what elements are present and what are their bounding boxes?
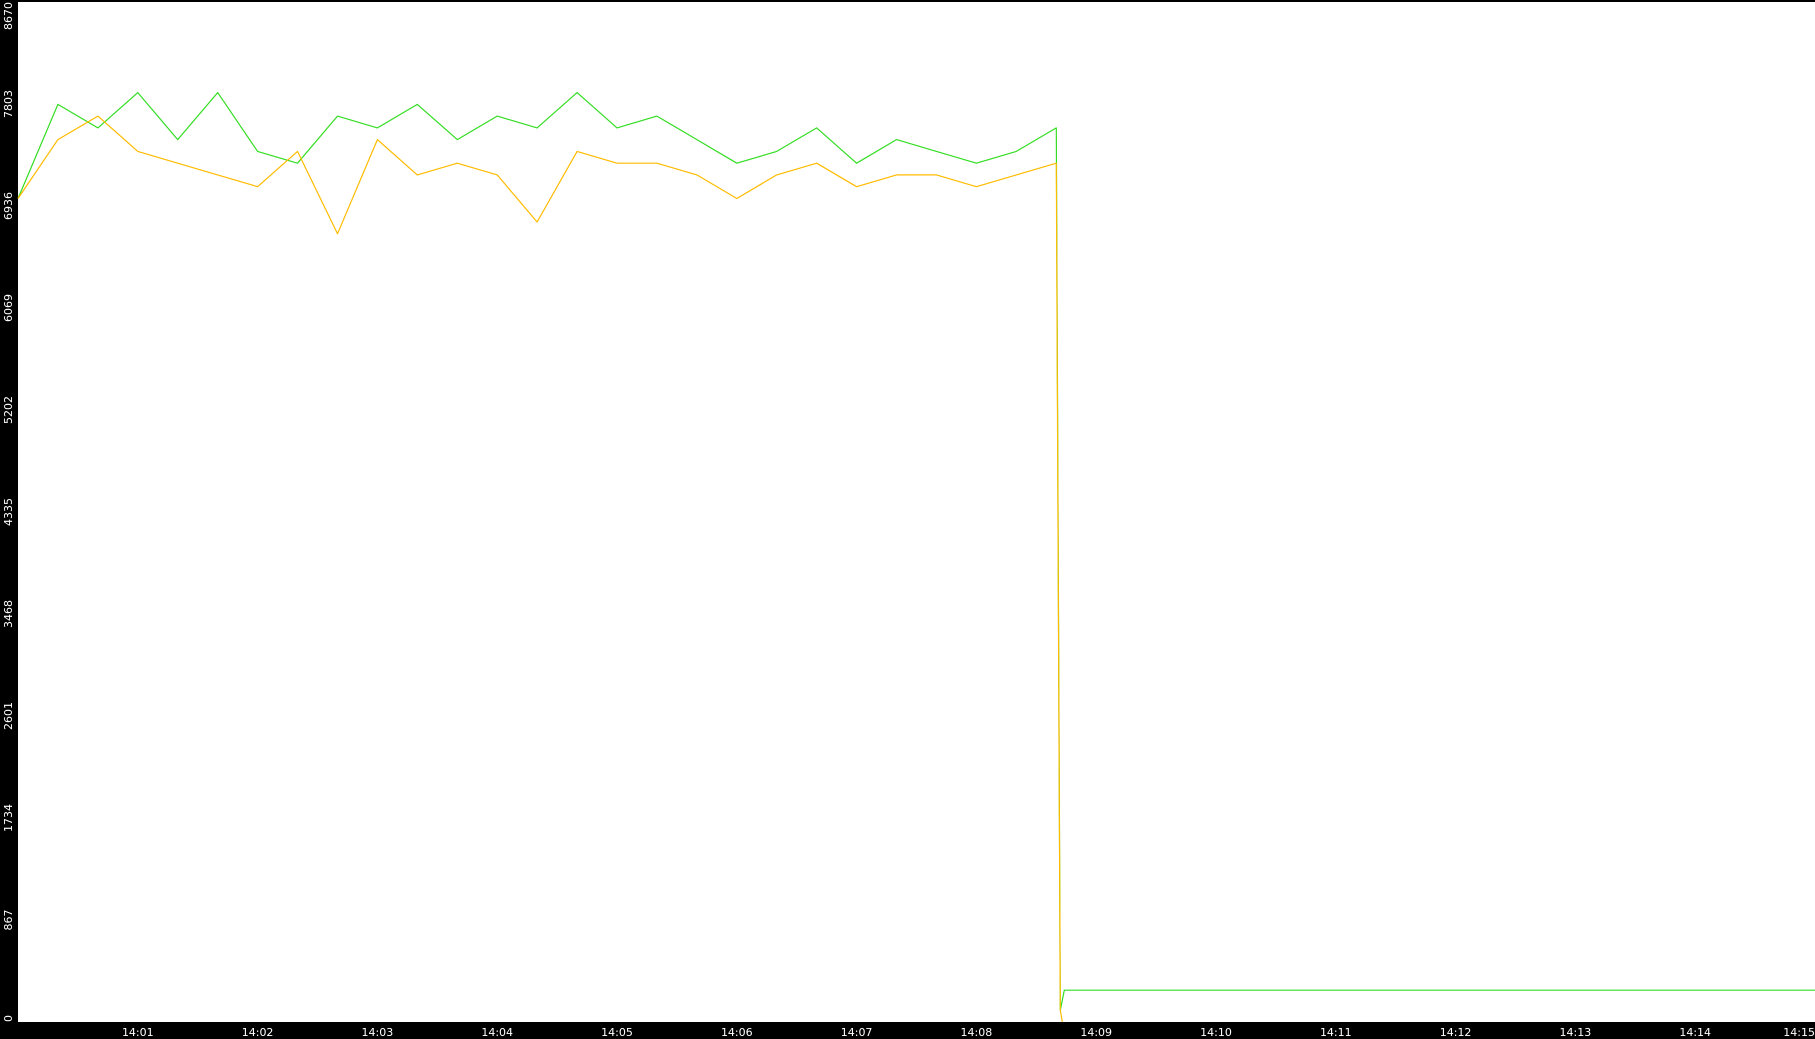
y-tick-label: 8670 (2, 2, 15, 30)
y-tick-label: 867 (2, 910, 15, 931)
x-tick-label: 14:12 (1440, 1026, 1472, 1039)
y-tick-label: 5202 (2, 396, 15, 424)
y-tick-label: 4335 (2, 498, 15, 526)
x-tick-label: 14:07 (841, 1026, 873, 1039)
plot-area (18, 2, 1815, 1022)
x-axis: 14:01 14:02 14:03 14:04 14:05 14:06 14:07 14:08… (122, 1026, 1815, 1039)
x-tick-label: 14:08 (961, 1026, 993, 1039)
y-tick-label: 6069 (2, 294, 15, 322)
x-tick-label: 14:11 (1320, 1026, 1352, 1039)
x-tick-label: 14:14 (1679, 1026, 1711, 1039)
y-tick-label: 1734 (2, 804, 15, 832)
y-tick-label: 7803 (2, 90, 15, 118)
line-chart: 0 867 1734 2601 3468 4335 5202 6069 6936 7803 8670… (0, 0, 1815, 1039)
x-tick-label: 14:05 (601, 1026, 633, 1039)
x-tick-label: 14:02 (242, 1026, 274, 1039)
x-tick-label: 14:10 (1200, 1026, 1232, 1039)
y-tick-label: 0 (2, 1015, 15, 1022)
x-tick-label: 14:06 (721, 1026, 753, 1039)
x-tick-label: 14:03 (362, 1026, 394, 1039)
x-tick-label: 14:09 (1080, 1026, 1112, 1039)
y-tick-label: 2601 (2, 702, 15, 730)
x-tick-label: 14:04 (481, 1026, 513, 1039)
y-tick-label: 3468 (2, 600, 15, 628)
chart: 0 867 1734 2601 3468 4335 5202 6069 6936 7803 8670… (0, 0, 1815, 1039)
x-tick-label: 14:01 (122, 1026, 154, 1039)
x-tick-label: 14:15 (1783, 1026, 1815, 1039)
x-tick-label: 14:13 (1560, 1026, 1592, 1039)
y-tick-label: 6936 (2, 192, 15, 220)
